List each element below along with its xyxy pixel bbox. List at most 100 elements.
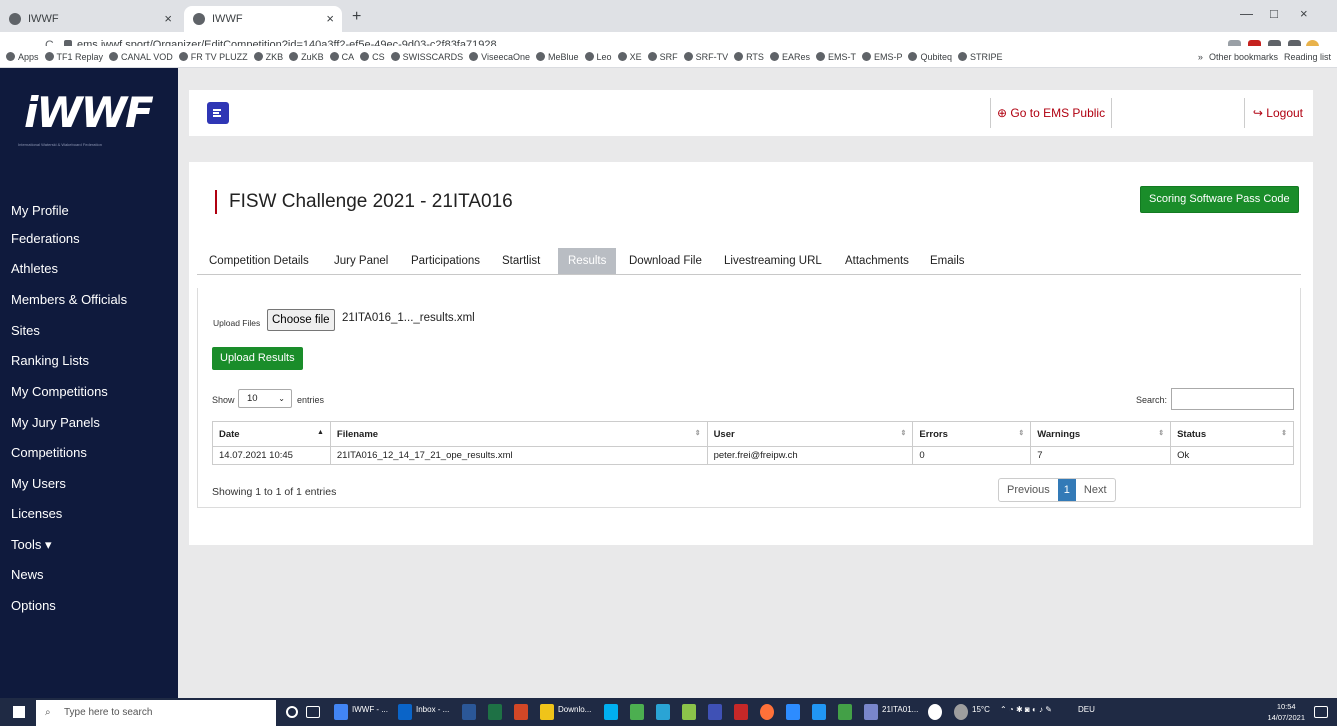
app-icon[interactable] — [838, 704, 852, 720]
reading-list-button[interactable]: Reading list — [1284, 46, 1331, 67]
column-header-user[interactable]: User ⇕ — [706, 421, 914, 447]
app-icon[interactable] — [682, 704, 696, 720]
folder-icon[interactable] — [540, 704, 554, 720]
bookmark-item[interactable]: CA — [329, 46, 354, 67]
choose-file-button[interactable]: Choose file — [267, 309, 335, 331]
bookmark-item[interactable]: ZKB — [253, 46, 283, 67]
clock[interactable]: 10:54 14/07/2021 — [1267, 701, 1305, 723]
go-to-ems-public-link[interactable]: ⊕ Go to EMS Public — [990, 98, 1113, 128]
bookmark-item[interactable]: STRIPE — [958, 46, 1003, 67]
app-icon[interactable] — [630, 704, 644, 720]
bookmarks-more-button[interactable]: » — [1198, 46, 1203, 67]
taskbar-app-label[interactable]: Inbox - ... — [416, 705, 449, 714]
entries-select[interactable]: 10 ⌄ — [238, 389, 292, 408]
sidebar-item-tools[interactable]: Tools ▾ — [11, 537, 52, 553]
page-1-button[interactable]: 1 — [1057, 479, 1076, 501]
sidebar-item-competitions[interactable]: Competitions — [11, 445, 87, 460]
column-header-date[interactable]: Date ▲ — [212, 421, 331, 447]
tab-attachments[interactable]: Attachments — [845, 248, 909, 274]
notepad-icon[interactable] — [864, 704, 878, 720]
cortana-icon[interactable] — [286, 706, 298, 718]
tab-download-file[interactable]: Download File — [629, 248, 702, 274]
firefox-icon[interactable] — [760, 704, 774, 720]
bookmark-item[interactable]: SRF-TV — [683, 46, 728, 67]
bookmark-item[interactable]: Apps — [6, 46, 39, 67]
minimize-button[interactable]: — — [1240, 6, 1253, 21]
close-tab-icon[interactable]: × — [326, 6, 334, 32]
sidebar-item-options[interactable]: Options — [11, 598, 56, 613]
bookmark-item[interactable]: CANAL VOD — [109, 46, 173, 67]
other-bookmarks-button[interactable]: Other bookmarks — [1209, 46, 1278, 67]
sidebar-item-athletes[interactable]: Athletes — [11, 261, 58, 276]
acrobat-icon[interactable] — [734, 704, 748, 720]
bookmark-item[interactable]: Qubiteq — [908, 46, 952, 67]
bookmark-item[interactable]: MeBlue — [536, 46, 579, 67]
powerpoint-icon[interactable] — [514, 704, 528, 720]
sidebar-item-my-profile[interactable]: My Profile — [11, 203, 69, 218]
sidebar-item-federations[interactable]: Federations — [11, 231, 80, 246]
tab-emails[interactable]: Emails — [930, 248, 965, 274]
app-icon[interactable] — [812, 704, 826, 720]
app-icon[interactable] — [708, 704, 722, 720]
bookmark-item[interactable]: EARes — [769, 46, 810, 67]
bookmark-item[interactable]: Leo — [584, 46, 612, 67]
bookmark-item[interactable]: FR TV PLUZZ — [178, 46, 248, 67]
skype-icon[interactable] — [604, 704, 618, 720]
bookmark-item[interactable]: TF1 Replay — [44, 46, 103, 67]
sidebar-item-my-jury-panels[interactable]: My Jury Panels — [11, 415, 100, 430]
bookmark-item[interactable]: XE — [617, 46, 642, 67]
iwwf-logo[interactable]: iWWF International Waterski & Wakeboard … — [18, 82, 158, 152]
excel-icon[interactable] — [488, 704, 502, 720]
sidebar-item-ranking-lists[interactable]: Ranking Lists — [11, 353, 89, 368]
next-page-button[interactable]: Next — [1076, 479, 1115, 501]
column-header-filename[interactable]: Filename ⇕ — [329, 421, 708, 447]
taskbar-search-input[interactable]: ⌕ Type here to search — [36, 700, 276, 726]
column-header-warnings[interactable]: Warnings ⇕ — [1030, 421, 1172, 447]
bookmark-item[interactable]: EMS-P — [861, 46, 902, 67]
column-header-status[interactable]: Status ⇕ — [1170, 421, 1294, 447]
logout-link[interactable]: ↪ Logout — [1243, 98, 1303, 128]
search-input[interactable] — [1171, 388, 1294, 410]
bookmark-item[interactable]: SRF — [647, 46, 678, 67]
upload-results-button[interactable]: Upload Results — [212, 347, 303, 370]
taskbar-app-label[interactable]: 21ITA01... — [882, 705, 918, 714]
notification-icon[interactable] — [1314, 706, 1328, 718]
tab-results[interactable]: Results — [558, 248, 617, 274]
browser-tab-active[interactable]: IWWF × — [184, 6, 342, 32]
tab-participations[interactable]: Participations — [411, 248, 480, 274]
close-tab-icon[interactable]: × — [164, 6, 172, 32]
bookmark-item[interactable]: RTS — [734, 46, 764, 67]
column-header-errors[interactable]: Errors ⇕ — [912, 421, 1032, 447]
task-view-icon[interactable] — [306, 706, 320, 718]
sidebar-item-licenses[interactable]: Licenses — [11, 506, 62, 521]
tab-livestreaming-url[interactable]: Livestreaming URL — [724, 248, 822, 274]
menu-toggle-button[interactable] — [207, 102, 229, 124]
zoom-icon[interactable] — [786, 704, 800, 720]
outlook-icon[interactable] — [398, 704, 412, 720]
tray-icons[interactable]: ⌃ ◔ ✱ ◙ ◐ ♪ ✎ — [1000, 705, 1052, 714]
bookmark-item[interactable]: EMS-T — [815, 46, 856, 67]
sidebar-item-my-competitions[interactable]: My Competitions — [11, 384, 108, 399]
bookmark-item[interactable]: ViseecaOne — [469, 46, 530, 67]
sidebar-item-members-officials[interactable]: Members & Officials — [11, 292, 127, 307]
bookmark-item[interactable]: ZuKB — [289, 46, 324, 67]
scoring-software-pass-code-button[interactable]: Scoring Software Pass Code — [1140, 186, 1299, 213]
sidebar-item-news[interactable]: News — [11, 567, 44, 582]
maximize-button[interactable]: □ — [1270, 6, 1278, 21]
word-icon[interactable] — [462, 704, 476, 720]
new-tab-button[interactable]: + — [352, 6, 361, 28]
windows-start-icon[interactable] — [13, 706, 25, 718]
app-icon[interactable] — [656, 704, 670, 720]
language-indicator[interactable]: DEU — [1078, 705, 1095, 714]
sidebar-item-my-users[interactable]: My Users — [11, 476, 66, 491]
previous-page-button[interactable]: Previous — [999, 479, 1058, 501]
tab-startlist[interactable]: Startlist — [502, 248, 540, 274]
browser-tab[interactable]: IWWF × — [0, 6, 180, 32]
weather-temperature[interactable]: 15°C — [972, 705, 990, 714]
tab-competition-details[interactable]: Competition Details — [209, 248, 309, 274]
taskbar-app-label[interactable]: IWWF - ... — [352, 705, 388, 714]
close-window-button[interactable]: × — [1300, 6, 1308, 21]
tab-jury-panel[interactable]: Jury Panel — [334, 248, 388, 274]
bookmark-item[interactable]: CS — [360, 46, 385, 67]
taskbar-app-label[interactable]: Downlo... — [558, 705, 591, 714]
